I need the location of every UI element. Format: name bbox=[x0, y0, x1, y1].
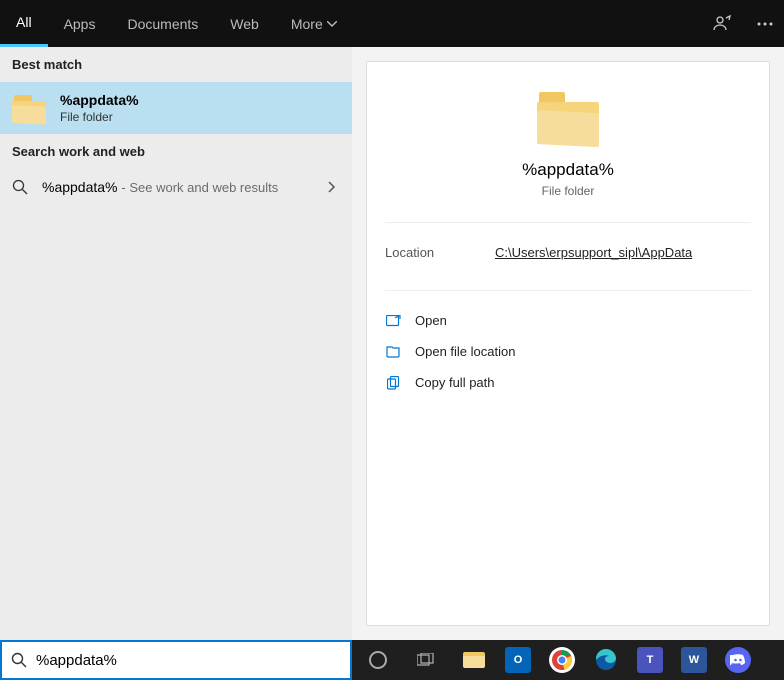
teams-icon: T bbox=[637, 647, 663, 673]
open-icon bbox=[385, 315, 401, 327]
chevron-right-icon bbox=[328, 181, 336, 193]
location-label: Location bbox=[385, 245, 495, 260]
tab-web[interactable]: Web bbox=[214, 0, 275, 47]
action-open-file-location[interactable]: Open file location bbox=[385, 336, 751, 367]
action-open[interactable]: Open bbox=[385, 305, 751, 336]
taskbar-app-file-explorer[interactable] bbox=[452, 640, 496, 680]
folder-open-icon bbox=[385, 345, 401, 358]
file-explorer-icon bbox=[461, 647, 487, 673]
taskbar-app-outlook[interactable]: O bbox=[496, 640, 540, 680]
search-tab-bar: All Apps Documents Web More bbox=[0, 0, 784, 47]
web-hint: - See work and web results bbox=[121, 180, 278, 195]
search-icon bbox=[12, 179, 28, 195]
action-copy-full-path[interactable]: Copy full path bbox=[385, 367, 751, 398]
copy-icon bbox=[385, 376, 401, 390]
web-result-row[interactable]: %appdata% - See work and web results bbox=[0, 169, 352, 205]
taskbar: O TW bbox=[352, 640, 784, 680]
location-value[interactable]: C:\Users\erpsupport_sipl\AppData bbox=[495, 245, 692, 260]
search-box[interactable] bbox=[0, 640, 352, 680]
tab-documents[interactable]: Documents bbox=[111, 0, 214, 47]
cortana-button[interactable] bbox=[356, 640, 400, 680]
web-term: %appdata% bbox=[42, 179, 118, 195]
folder-icon bbox=[12, 93, 46, 123]
discord-icon bbox=[725, 647, 751, 673]
folder-icon bbox=[537, 92, 599, 144]
chevron-down-icon bbox=[327, 21, 337, 27]
action-label: Open bbox=[415, 313, 447, 328]
search-work-web-label: Search work and web bbox=[0, 134, 352, 169]
taskbar-app-chrome[interactable] bbox=[540, 640, 584, 680]
preview-pane: %appdata% File folder Location C:\Users\… bbox=[366, 61, 770, 626]
tab-more[interactable]: More bbox=[275, 0, 353, 47]
chrome-icon bbox=[549, 647, 575, 673]
result-name: %appdata% bbox=[60, 92, 139, 108]
task-view-button[interactable] bbox=[404, 640, 448, 680]
taskbar-app-discord[interactable] bbox=[716, 640, 760, 680]
word-icon: W bbox=[681, 647, 707, 673]
taskbar-app-edge[interactable] bbox=[584, 640, 628, 680]
tab-apps[interactable]: Apps bbox=[48, 0, 112, 47]
feedback-icon[interactable] bbox=[712, 14, 732, 34]
taskbar-app-teams[interactable]: T bbox=[628, 640, 672, 680]
preview-wrapper: %appdata% File folder Location C:\Users\… bbox=[352, 47, 784, 640]
search-icon bbox=[2, 652, 36, 668]
preview-subtitle: File folder bbox=[377, 184, 759, 198]
outlook-icon: O bbox=[505, 647, 531, 673]
tab-all[interactable]: All bbox=[0, 0, 48, 47]
edge-icon bbox=[593, 647, 619, 673]
preview-title: %appdata% bbox=[377, 160, 759, 180]
search-input[interactable] bbox=[36, 642, 350, 678]
action-label: Copy full path bbox=[415, 375, 495, 390]
taskbar-app-word[interactable]: W bbox=[672, 640, 716, 680]
result-type: File folder bbox=[60, 110, 139, 124]
search-results-area: Best match %appdata% File folder Search … bbox=[0, 47, 784, 640]
action-label: Open file location bbox=[415, 344, 515, 359]
best-match-result[interactable]: %appdata% File folder bbox=[0, 82, 352, 134]
ellipsis-icon[interactable] bbox=[756, 15, 774, 33]
results-list: Best match %appdata% File folder Search … bbox=[0, 47, 352, 640]
best-match-label: Best match bbox=[0, 47, 352, 82]
